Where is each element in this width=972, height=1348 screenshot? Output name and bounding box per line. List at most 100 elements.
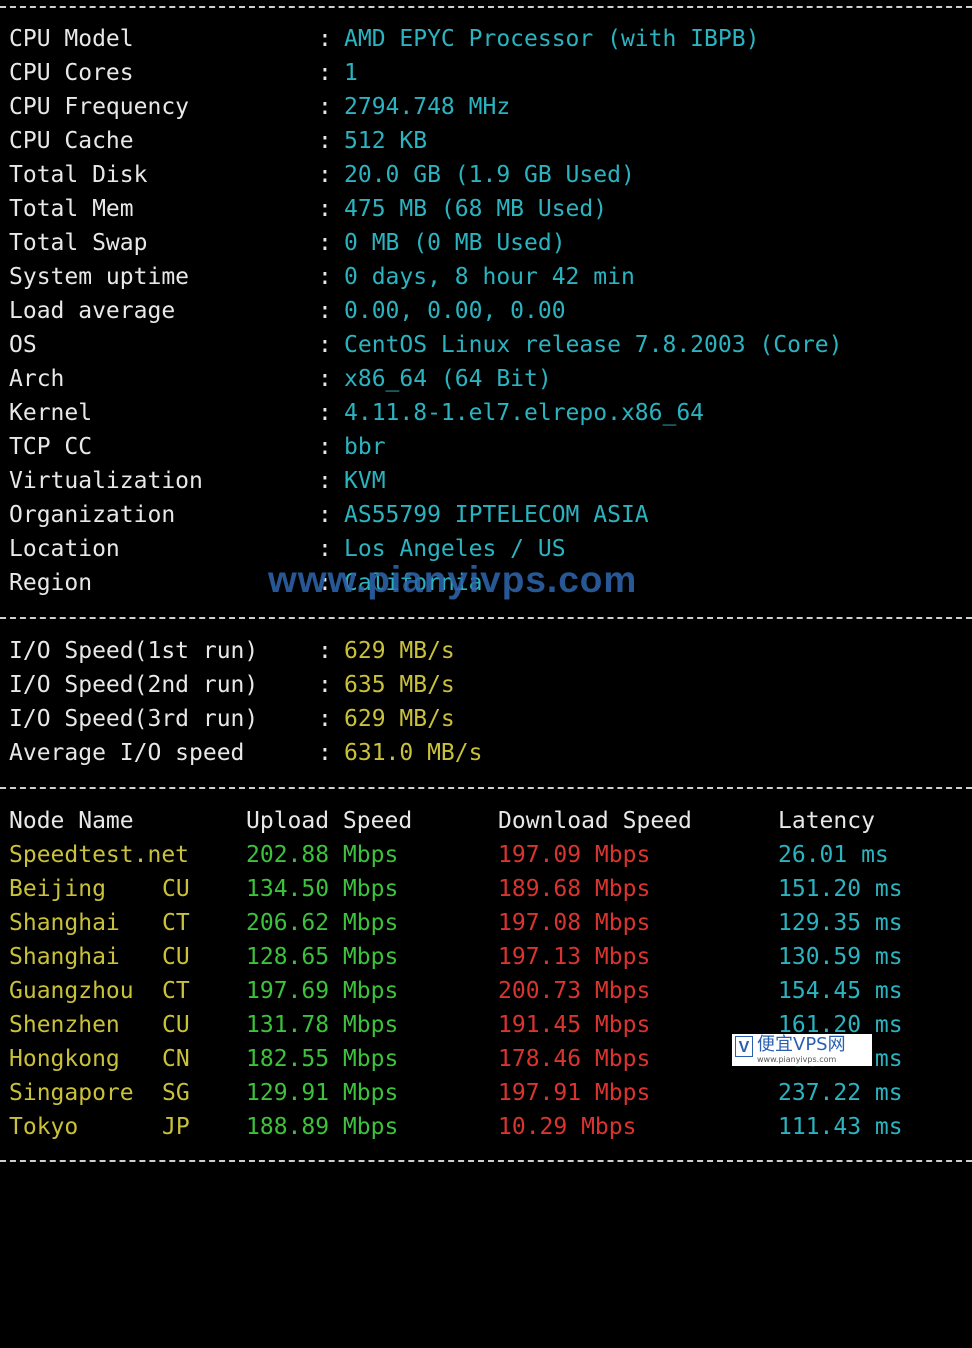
info-separator: : [318,434,332,460]
node-isp: CU [162,1012,190,1038]
info-row-system-uptime: System uptime : 0 days, 8 hour 42 min [0,260,972,294]
speedtest-separator-line [0,787,972,789]
info-row-total-disk: Total Disk : 20.0 GB (1.9 GB Used) [0,158,972,192]
info-separator: : [318,366,332,392]
info-label: Load average [9,298,176,324]
info-label: Kernel [9,400,93,426]
latency-value: 151.20 ms [778,876,903,902]
download-value: 200.73 Mbps [498,978,651,1004]
upload-value: 188.89 Mbps [246,1114,399,1140]
info-row-cpu-cache: CPU Cache : 512 KB [0,124,972,158]
info-value: 0 MB (0 MB Used) [344,230,566,256]
info-value: CentOS Linux release 7.8.2003 (Core) [344,332,843,358]
site-watermark: www.pianyivps.com [268,559,638,600]
info-separator: : [318,298,332,324]
download-value: 197.08 Mbps [498,910,651,936]
download-value: 191.45 Mbps [498,1012,651,1038]
download-value: 197.09 Mbps [498,842,651,868]
info-value: KVM [344,468,386,494]
info-value: x86_64 (64 Bit) [344,366,552,392]
info-value: 1 [344,60,358,86]
info-separator: : [318,230,332,256]
info-row-cpu-frequency: CPU Frequency : 2794.748 MHz [0,90,972,124]
node-name: Shanghai [9,910,120,936]
info-label: Location [9,536,120,562]
latency-value: 237.22 ms [778,1080,903,1106]
node-name: Tokyo [9,1114,79,1140]
info-row-load-average: Load average : 0.00, 0.00, 0.00 [0,294,972,328]
upload-value: 202.88 Mbps [246,842,399,868]
info-label: System uptime [9,264,190,290]
bottom-separator-line [0,1160,972,1162]
top-separator-line [0,6,972,8]
io-separator: : [318,740,332,766]
io-label: I/O Speed(1st run) [9,638,259,664]
latency-value: 154.45 ms [778,978,903,1004]
io-value: 635 MB/s [344,672,455,698]
table-row: Beijing CU 134.50 Mbps 189.68 Mbps 151.2… [0,872,972,906]
table-row: Shanghai CT 206.62 Mbps 197.08 Mbps 129.… [0,906,972,940]
info-value: 0.00, 0.00, 0.00 [344,298,566,324]
upload-value: 128.65 Mbps [246,944,399,970]
info-separator: : [318,502,332,528]
badge-url: www.pianyivps.com [757,1055,837,1064]
info-value: bbr [344,434,386,460]
info-row-organization: Organization : AS55799 IPTELECOM ASIA [0,498,972,532]
info-label: TCP CC [9,434,93,460]
header-upload-speed: Upload Speed [246,808,413,834]
speedtest-header-row: Node Name Upload Speed Download Speed La… [0,804,972,838]
download-value: 197.91 Mbps [498,1080,651,1106]
info-label: CPU Cores [9,60,134,86]
info-separator: : [318,162,332,188]
info-row-os: OS : CentOS Linux release 7.8.2003 (Core… [0,328,972,362]
info-label: Total Swap [9,230,148,256]
io-value: 631.0 MB/s [344,740,483,766]
node-name: Beijing [9,876,106,902]
info-label: CPU Model [9,26,134,52]
upload-value: 131.78 Mbps [246,1012,399,1038]
table-row: Shanghai CU 128.65 Mbps 197.13 Mbps 130.… [0,940,972,974]
info-value: AS55799 IPTELECOM ASIA [344,502,649,528]
info-separator: : [318,196,332,222]
io-value: 629 MB/s [344,638,455,664]
info-value: 0 days, 8 hour 42 min [344,264,635,290]
table-row: Singapore SG 129.91 Mbps 197.91 Mbps 237… [0,1076,972,1110]
table-row: Speedtest.net 202.88 Mbps 197.09 Mbps 26… [0,838,972,872]
node-isp: SG [162,1080,190,1106]
latency-value: 130.59 ms [778,944,903,970]
node-isp: CT [162,910,190,936]
io-value: 629 MB/s [344,706,455,732]
info-row-tcp-cc: TCP CC : bbr [0,430,972,464]
latency-value: 111.43 ms [778,1114,903,1140]
io-separator-line [0,617,972,619]
info-value: 2794.748 MHz [344,94,511,120]
table-row: Tokyo JP 188.89 Mbps 10.29 Mbps 111.43 m… [0,1110,972,1144]
info-label: Total Disk [9,162,148,188]
io-separator: : [318,706,332,732]
latency-value: 129.35 ms [778,910,903,936]
upload-value: 134.50 Mbps [246,876,399,902]
node-isp: CU [162,876,190,902]
upload-value: 182.55 Mbps [246,1046,399,1072]
node-name: Shenzhen [9,1012,120,1038]
info-row-total-mem: Total Mem : 475 MB (68 MB Used) [0,192,972,226]
download-value: 10.29 Mbps [498,1114,637,1140]
info-row-kernel: Kernel : 4.11.8-1.el7.elrepo.x86_64 [0,396,972,430]
upload-value: 206.62 Mbps [246,910,399,936]
info-row-arch: Arch : x86_64 (64 Bit) [0,362,972,396]
badge-logo-icon: V [735,1036,753,1057]
header-download-speed: Download Speed [498,808,692,834]
info-value: 20.0 GB (1.9 GB Used) [344,162,635,188]
info-label: Arch [9,366,65,392]
io-separator: : [318,672,332,698]
info-separator: : [318,60,332,86]
info-label: Organization [9,502,176,528]
info-row-cpu-cores: CPU Cores : 1 [0,56,972,90]
info-separator: : [318,400,332,426]
io-separator: : [318,638,332,664]
node-name: Guangzhou [9,978,134,1004]
info-label: Virtualization [9,468,203,494]
info-label: Total Mem [9,196,134,222]
info-separator: : [318,264,332,290]
info-row-virtualization: Virtualization : KVM [0,464,972,498]
